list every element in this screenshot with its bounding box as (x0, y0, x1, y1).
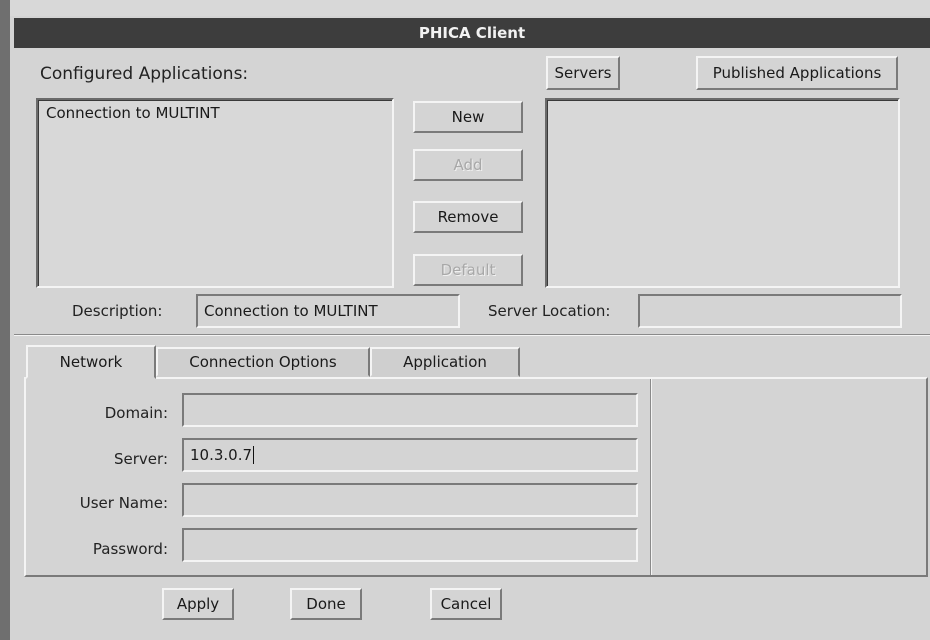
server-location-field[interactable] (638, 294, 902, 328)
tab-connection-options[interactable]: Connection Options (156, 347, 370, 377)
text-cursor (253, 446, 255, 464)
tab-network-label: Network (59, 353, 123, 371)
tab-application-label: Application (403, 353, 487, 371)
domain-field[interactable] (182, 393, 638, 427)
cancel-button[interactable]: Cancel (430, 588, 502, 620)
panel-divider (650, 379, 652, 575)
servers-button[interactable]: Servers (546, 56, 620, 90)
domain-label: Domain: (104, 404, 168, 422)
server-field[interactable]: 10.3.0.7 (182, 438, 638, 472)
new-button[interactable]: New (413, 101, 523, 133)
window-title: PHICA Client (418, 24, 526, 42)
tab-connection-options-label: Connection Options (189, 353, 337, 371)
server-label: Server: (114, 450, 168, 468)
window-title-bar[interactable]: PHICA Client (14, 18, 930, 48)
configured-applications-heading: Configured Applications: (40, 64, 249, 84)
published-applications-button[interactable]: Published Applications (696, 56, 898, 90)
done-button[interactable]: Done (290, 588, 362, 620)
username-field[interactable] (182, 483, 638, 517)
password-field[interactable] (182, 528, 638, 562)
default-button[interactable]: Default (413, 254, 523, 286)
username-label: User Name: (79, 494, 168, 512)
tab-network[interactable]: Network (26, 345, 156, 379)
password-label: Password: (92, 540, 168, 558)
server-location-label: Server Location: (488, 302, 611, 320)
list-item[interactable]: Connection to MULTINT (38, 100, 392, 126)
description-value: Connection to MULTINT (204, 302, 378, 320)
configured-applications-list[interactable]: Connection to MULTINT (36, 98, 394, 288)
window-frame-left (0, 0, 10, 640)
apply-button[interactable]: Apply (162, 588, 234, 620)
remove-button[interactable]: Remove (413, 201, 523, 233)
add-button[interactable]: Add (413, 149, 523, 181)
window-frame-top (10, 0, 930, 16)
published-applications-list[interactable] (545, 98, 900, 288)
tab-application[interactable]: Application (370, 347, 520, 377)
description-label: Description: (72, 302, 163, 320)
section-divider (14, 334, 930, 336)
server-value: 10.3.0.7 (190, 446, 253, 464)
description-field[interactable]: Connection to MULTINT (196, 294, 460, 328)
